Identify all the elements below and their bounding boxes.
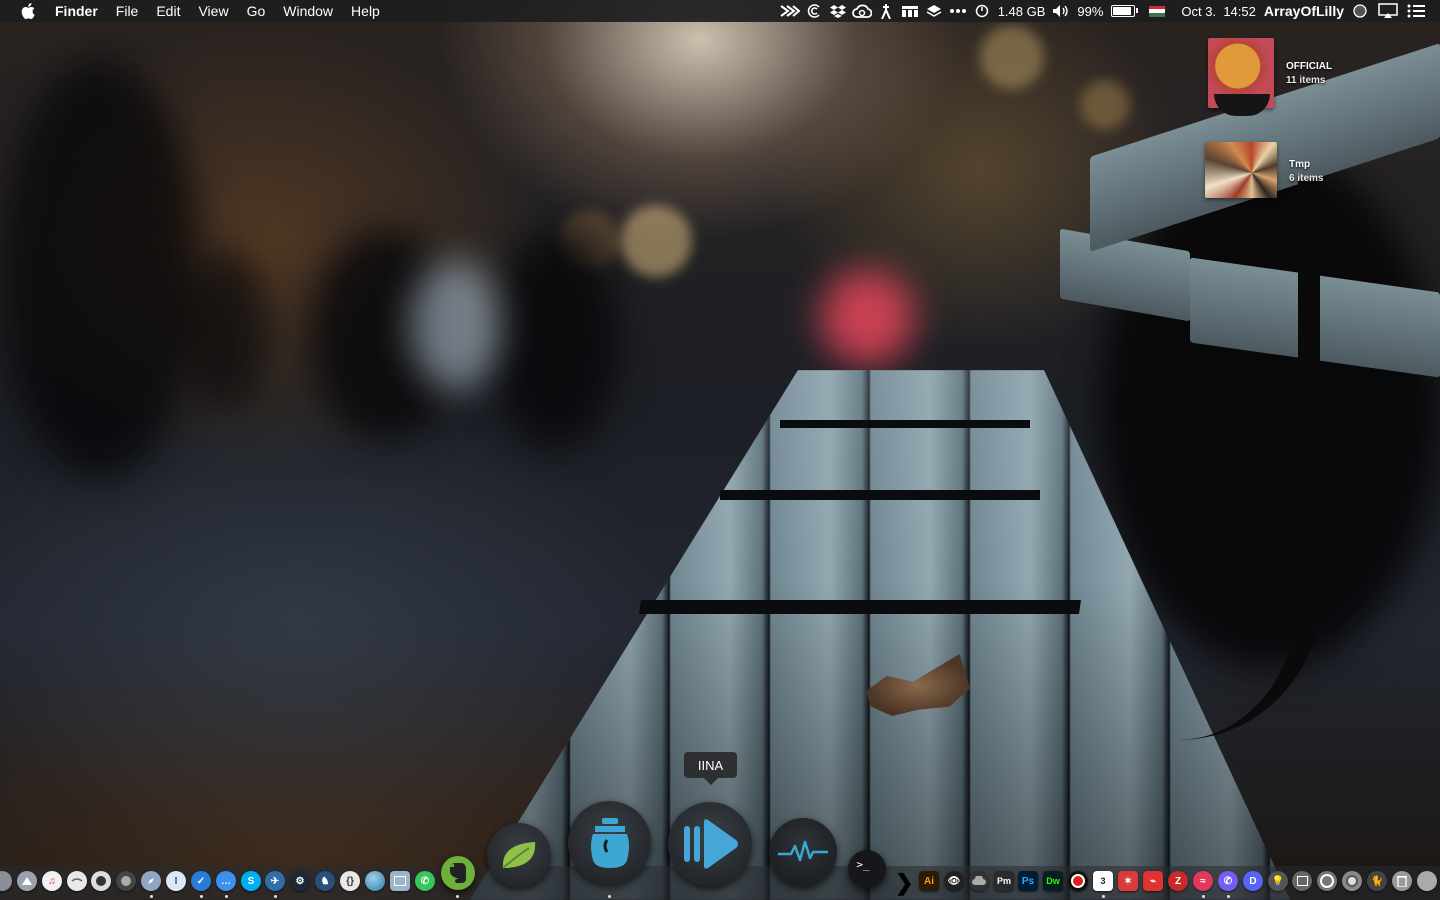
dock-tooltip: IINA: [684, 752, 737, 785]
dock-bird-app-icon[interactable]: ✈: [265, 871, 285, 891]
creative-cloud-icon[interactable]: [851, 0, 872, 22]
app-store-bar-icon[interactable]: [900, 0, 920, 22]
dock-star-app-icon[interactable]: ✶: [1118, 871, 1138, 891]
dock-steam-icon[interactable]: ⚙: [290, 871, 310, 891]
hungarian-flag-icon[interactable]: [1149, 5, 1166, 17]
memory-gauge-icon[interactable]: [972, 0, 992, 22]
desktop-item-count: 11 items: [1286, 75, 1326, 86]
running-indicator: [1202, 895, 1205, 898]
menu-go[interactable]: Go: [238, 0, 275, 22]
layers-icon[interactable]: [924, 0, 944, 22]
dock-terminal-icon[interactable]: >_: [848, 850, 886, 888]
dock-eye-app-icon[interactable]: 👁: [944, 871, 964, 891]
more-icon[interactable]: [948, 0, 968, 22]
dock-window-app-icon[interactable]: [390, 871, 410, 891]
folder-thumbnail: [1205, 142, 1277, 198]
dock-acrobat-icon[interactable]: ⌁: [1143, 871, 1163, 891]
dock-iina-icon[interactable]: [668, 802, 752, 886]
dock-illustrator-icon[interactable]: Ai: [919, 871, 939, 891]
dock-calendar-icon[interactable]: 3: [1093, 871, 1113, 891]
menu-file[interactable]: File: [107, 0, 148, 22]
dock-lips-app-icon[interactable]: ≈: [1193, 871, 1213, 891]
dock-leaf-app-icon[interactable]: [487, 823, 551, 887]
dock-activity-monitor-icon[interactable]: [769, 818, 837, 886]
figure-app-icon[interactable]: [876, 0, 896, 22]
dock-viber-icon[interactable]: ✆: [1218, 871, 1238, 891]
user-name[interactable]: ArrayOfLilly: [1264, 3, 1344, 19]
dock-cloud-app-icon[interactable]: [969, 871, 989, 891]
running-indicator: [150, 895, 153, 898]
battery-icon[interactable]: [1111, 5, 1139, 17]
apple-menu-icon[interactable]: [20, 3, 36, 19]
dock-photoshop-icon[interactable]: Ps: [1018, 871, 1038, 891]
dock-bulb-app-icon[interactable]: 💡: [1268, 871, 1288, 891]
dock-app-white-icon[interactable]: [67, 871, 87, 891]
running-indicator: [1102, 895, 1105, 898]
terminal-prompt: >_: [856, 857, 870, 871]
menu-bar: Finder File Edit View Go Window Help 1.4…: [0, 0, 1440, 22]
dock-safari-icon[interactable]: [141, 871, 161, 891]
menu-help[interactable]: Help: [342, 0, 389, 22]
menu-view[interactable]: View: [189, 0, 237, 22]
forward-arrows-icon[interactable]: [780, 0, 800, 22]
dock-circle-app-icon[interactable]: [1317, 871, 1337, 891]
dock-box-app-icon[interactable]: [1292, 871, 1312, 891]
menu-edit[interactable]: Edit: [147, 0, 189, 22]
dropbox-icon[interactable]: [828, 0, 848, 22]
swirl-app-icon[interactable]: [804, 0, 824, 22]
desktop-folder-official[interactable]: OFFICIAL 11 items: [1208, 38, 1333, 116]
dark-mode-icon[interactable]: [1350, 0, 1370, 22]
running-indicator: [1227, 895, 1230, 898]
dock-dreamweaver-icon[interactable]: Dw: [1043, 871, 1063, 891]
dock-record-icon[interactable]: [1068, 871, 1088, 891]
dock-elephant-app-icon[interactable]: ♞: [315, 871, 335, 891]
desktop-item-count: 6 items: [1289, 173, 1324, 184]
volume-icon[interactable]: [1051, 0, 1071, 22]
menu-finder[interactable]: Finder: [46, 0, 107, 22]
dock-downloads-icon[interactable]: [1417, 871, 1437, 891]
dock-speaker-icon[interactable]: [91, 871, 111, 891]
album-art-thumbnail: [1208, 38, 1274, 116]
dock-phpmyadmin-icon[interactable]: Pm: [994, 871, 1014, 891]
dock-jar-app-icon[interactable]: [568, 801, 651, 884]
dock-camera-icon[interactable]: [116, 871, 136, 891]
desktop-item-name: OFFICIAL: [1286, 61, 1333, 72]
dock-mail-check-icon[interactable]: ✓: [191, 871, 211, 891]
dock-cat-app-icon[interactable]: 🐈: [1367, 871, 1387, 891]
dock-divider-chevron: ❯: [895, 870, 914, 895]
airplay-display-icon[interactable]: [1378, 0, 1398, 22]
dock-blue-sphere-icon[interactable]: [365, 871, 385, 891]
running-indicator: [200, 895, 203, 898]
dock-evernote-icon[interactable]: [441, 856, 475, 890]
desktop-folder-tmp[interactable]: Tmp 6 items: [1205, 142, 1323, 198]
running-indicator: [456, 895, 459, 898]
battery-percent[interactable]: 99%: [1077, 4, 1103, 19]
dock-discord-icon[interactable]: D: [1243, 871, 1263, 891]
menu-window[interactable]: Window: [274, 0, 342, 22]
running-indicator: [225, 895, 228, 898]
dock-skype-icon[interactable]: S: [241, 871, 261, 891]
dock-itunes-icon[interactable]: ♫: [42, 871, 62, 891]
memory-usage[interactable]: 1.48 GB: [998, 4, 1046, 19]
dock-1password-icon[interactable]: I: [166, 871, 186, 891]
dock-chrome-icon[interactable]: [1342, 871, 1362, 891]
dock-whatsapp-icon[interactable]: ✆: [415, 871, 435, 891]
desktop-item-name: Tmp: [1289, 159, 1311, 170]
dock-launchpad-icon[interactable]: [17, 871, 37, 891]
dock-messages-icon[interactable]: …: [216, 871, 236, 891]
running-indicator: [608, 895, 611, 898]
dock-bracket-app-icon[interactable]: {}: [340, 871, 360, 891]
dock-trash-icon[interactable]: [1392, 871, 1412, 891]
notification-center-icon[interactable]: [1406, 0, 1426, 22]
dock-filezilla-icon[interactable]: Z: [1168, 871, 1188, 891]
running-indicator: [274, 895, 277, 898]
clock[interactable]: Oct 3. 14:52: [1181, 4, 1255, 19]
